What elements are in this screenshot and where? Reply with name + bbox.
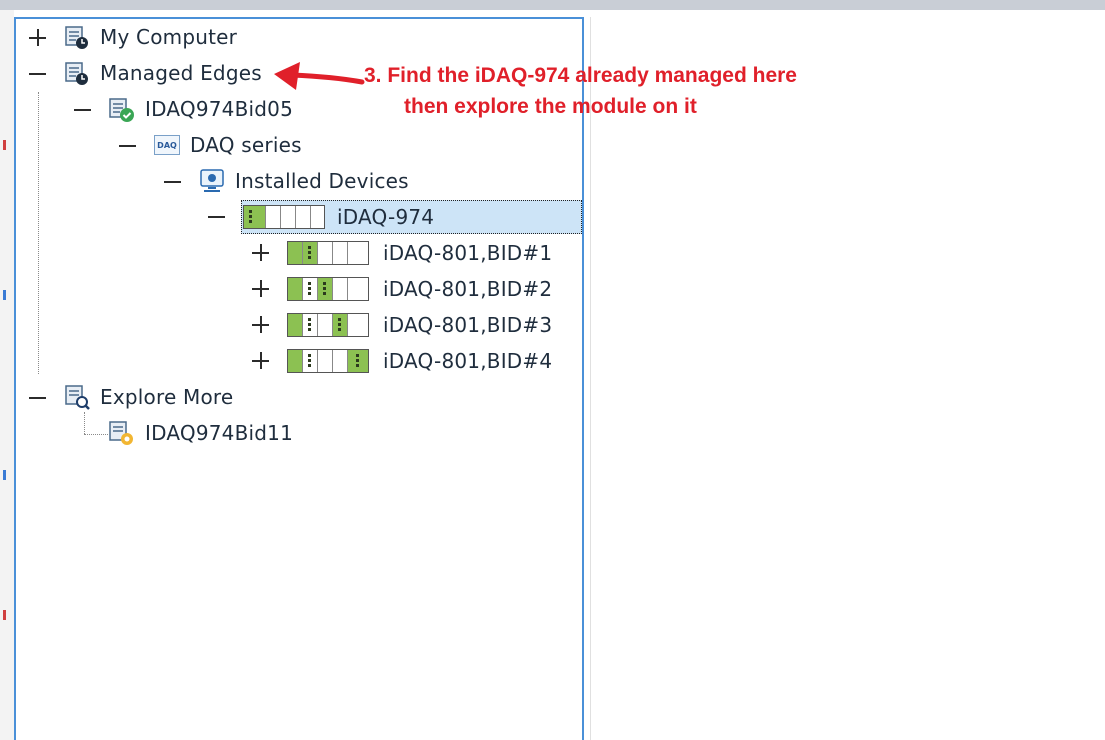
tree-item-module[interactable]: iDAQ-801,BID#2	[383, 274, 552, 304]
collapse-toggle-daq-series[interactable]	[117, 135, 139, 157]
tree-item-label: My Computer	[100, 25, 238, 49]
tree-item-label: DAQ series	[190, 133, 302, 157]
tree-item-installed-devices[interactable]: Installed Devices	[235, 166, 409, 196]
tree-item-label: Installed Devices	[235, 169, 409, 193]
tree-item-label: iDAQ-974	[337, 205, 435, 229]
expand-toggle-module-4[interactable]	[250, 350, 272, 372]
collapse-toggle-explore-more[interactable]	[27, 387, 49, 409]
collapse-toggle-edge-node[interactable]	[72, 99, 94, 121]
server-gear-icon	[108, 420, 136, 452]
tree-item-explore-more[interactable]: Explore More	[100, 382, 233, 412]
server-search-icon	[64, 384, 92, 416]
tree-item-label: iDAQ-801,BID#1	[383, 241, 553, 265]
tree-item-daq-series[interactable]: DAQ series	[190, 130, 302, 160]
module-slot-2-icon	[287, 277, 369, 301]
module-slot-3-icon	[287, 313, 369, 337]
tree-item-label: iDAQ-801,BID#2	[383, 277, 553, 301]
tree-guide-line	[84, 434, 108, 435]
tree-item-label: IDAQ974Bid11	[145, 421, 294, 445]
tree-item-managed-edges[interactable]: Managed Edges	[100, 58, 262, 88]
collapse-toggle-installed-devices[interactable]	[162, 171, 184, 193]
expand-toggle-my-computer[interactable]	[27, 27, 49, 49]
module-slot-4-icon	[287, 349, 369, 373]
annotation-line-2: then explore the module on it	[404, 95, 697, 118]
expand-toggle-module-1[interactable]	[250, 242, 272, 264]
tree-item-label: iDAQ-801,BID#4	[383, 349, 553, 373]
tree-item-explore-node[interactable]: IDAQ974Bid11	[145, 418, 293, 448]
expand-toggle-module-2[interactable]	[250, 278, 272, 300]
tree-item-label: Managed Edges	[100, 61, 262, 85]
monitor-icon	[199, 168, 225, 198]
chassis-icon	[243, 205, 325, 229]
left-edge-strip	[0, 10, 14, 740]
tree-guide-line	[38, 92, 39, 374]
annotation-line-1: 3. Find the iDAQ-974 already managed her…	[364, 64, 797, 87]
computer-clock-icon	[64, 25, 90, 55]
tree-item-module[interactable]: iDAQ-801,BID#1	[383, 238, 552, 268]
expand-toggle-module-3[interactable]	[250, 314, 272, 336]
daq-badge-icon: DAQ	[154, 135, 180, 155]
tree-item-label: Explore More	[100, 385, 234, 409]
top-bar	[0, 0, 1105, 10]
annotation-arrow-icon	[274, 62, 365, 90]
device-tree-panel[interactable]	[14, 17, 584, 740]
tree-item-label: iDAQ-801,BID#3	[383, 313, 553, 337]
tree-item-label: IDAQ974Bid05	[145, 97, 294, 121]
tree-item-chassis[interactable]: iDAQ-974	[337, 202, 434, 232]
tree-item-my-computer[interactable]: My Computer	[100, 22, 237, 52]
collapse-toggle-managed-edges[interactable]	[27, 63, 49, 85]
collapse-toggle-chassis[interactable]	[206, 206, 228, 228]
tree-item-module[interactable]: iDAQ-801,BID#3	[383, 310, 552, 340]
module-slot-1-icon	[287, 241, 369, 265]
daq-badge-text: DAQ	[157, 140, 177, 150]
server-clock-icon	[64, 61, 90, 91]
detail-panel	[590, 17, 1105, 740]
server-check-icon	[108, 97, 136, 127]
tree-item-module[interactable]: iDAQ-801,BID#4	[383, 346, 552, 376]
